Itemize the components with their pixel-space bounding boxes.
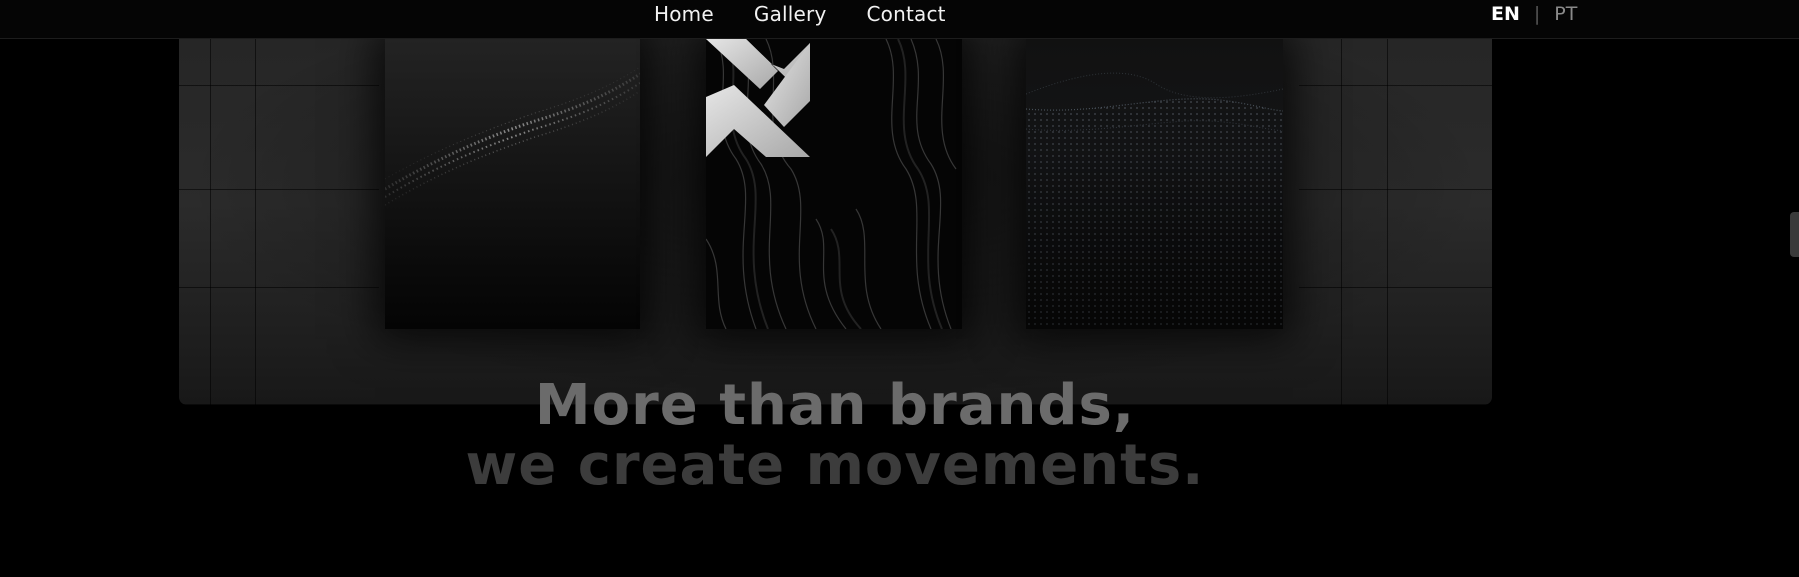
- top-navigation-bar: Home Gallery Contact EN | PT: [0, 0, 1799, 39]
- hero-headline-line-1: More than brands,: [534, 373, 1136, 438]
- brand-logo-icon: [706, 39, 810, 157]
- nav-contact-link[interactable]: Contact: [867, 2, 946, 26]
- gallery-panel-left: [385, 39, 640, 329]
- particle-wave-graphic: [385, 66, 640, 206]
- scrollbar-thumb[interactable]: [1790, 212, 1799, 257]
- language-switcher: EN | PT: [1491, 0, 1577, 28]
- dotted-mesh-graphic: [1026, 72, 1283, 329]
- language-en-option[interactable]: EN: [1491, 3, 1520, 25]
- page: Home Gallery Contact EN | PT More than b…: [0, 0, 1799, 577]
- nav-gallery-link[interactable]: Gallery: [754, 2, 827, 26]
- language-pt-option[interactable]: PT: [1554, 3, 1577, 25]
- language-separator: |: [1533, 3, 1541, 25]
- gallery-panel-center: [706, 39, 962, 329]
- hero-headline-line-2: we create movements.: [465, 433, 1205, 498]
- main-nav: Home Gallery Contact: [654, 0, 946, 28]
- nav-home-link[interactable]: Home: [654, 2, 714, 26]
- gallery-panel-right: [1026, 39, 1283, 329]
